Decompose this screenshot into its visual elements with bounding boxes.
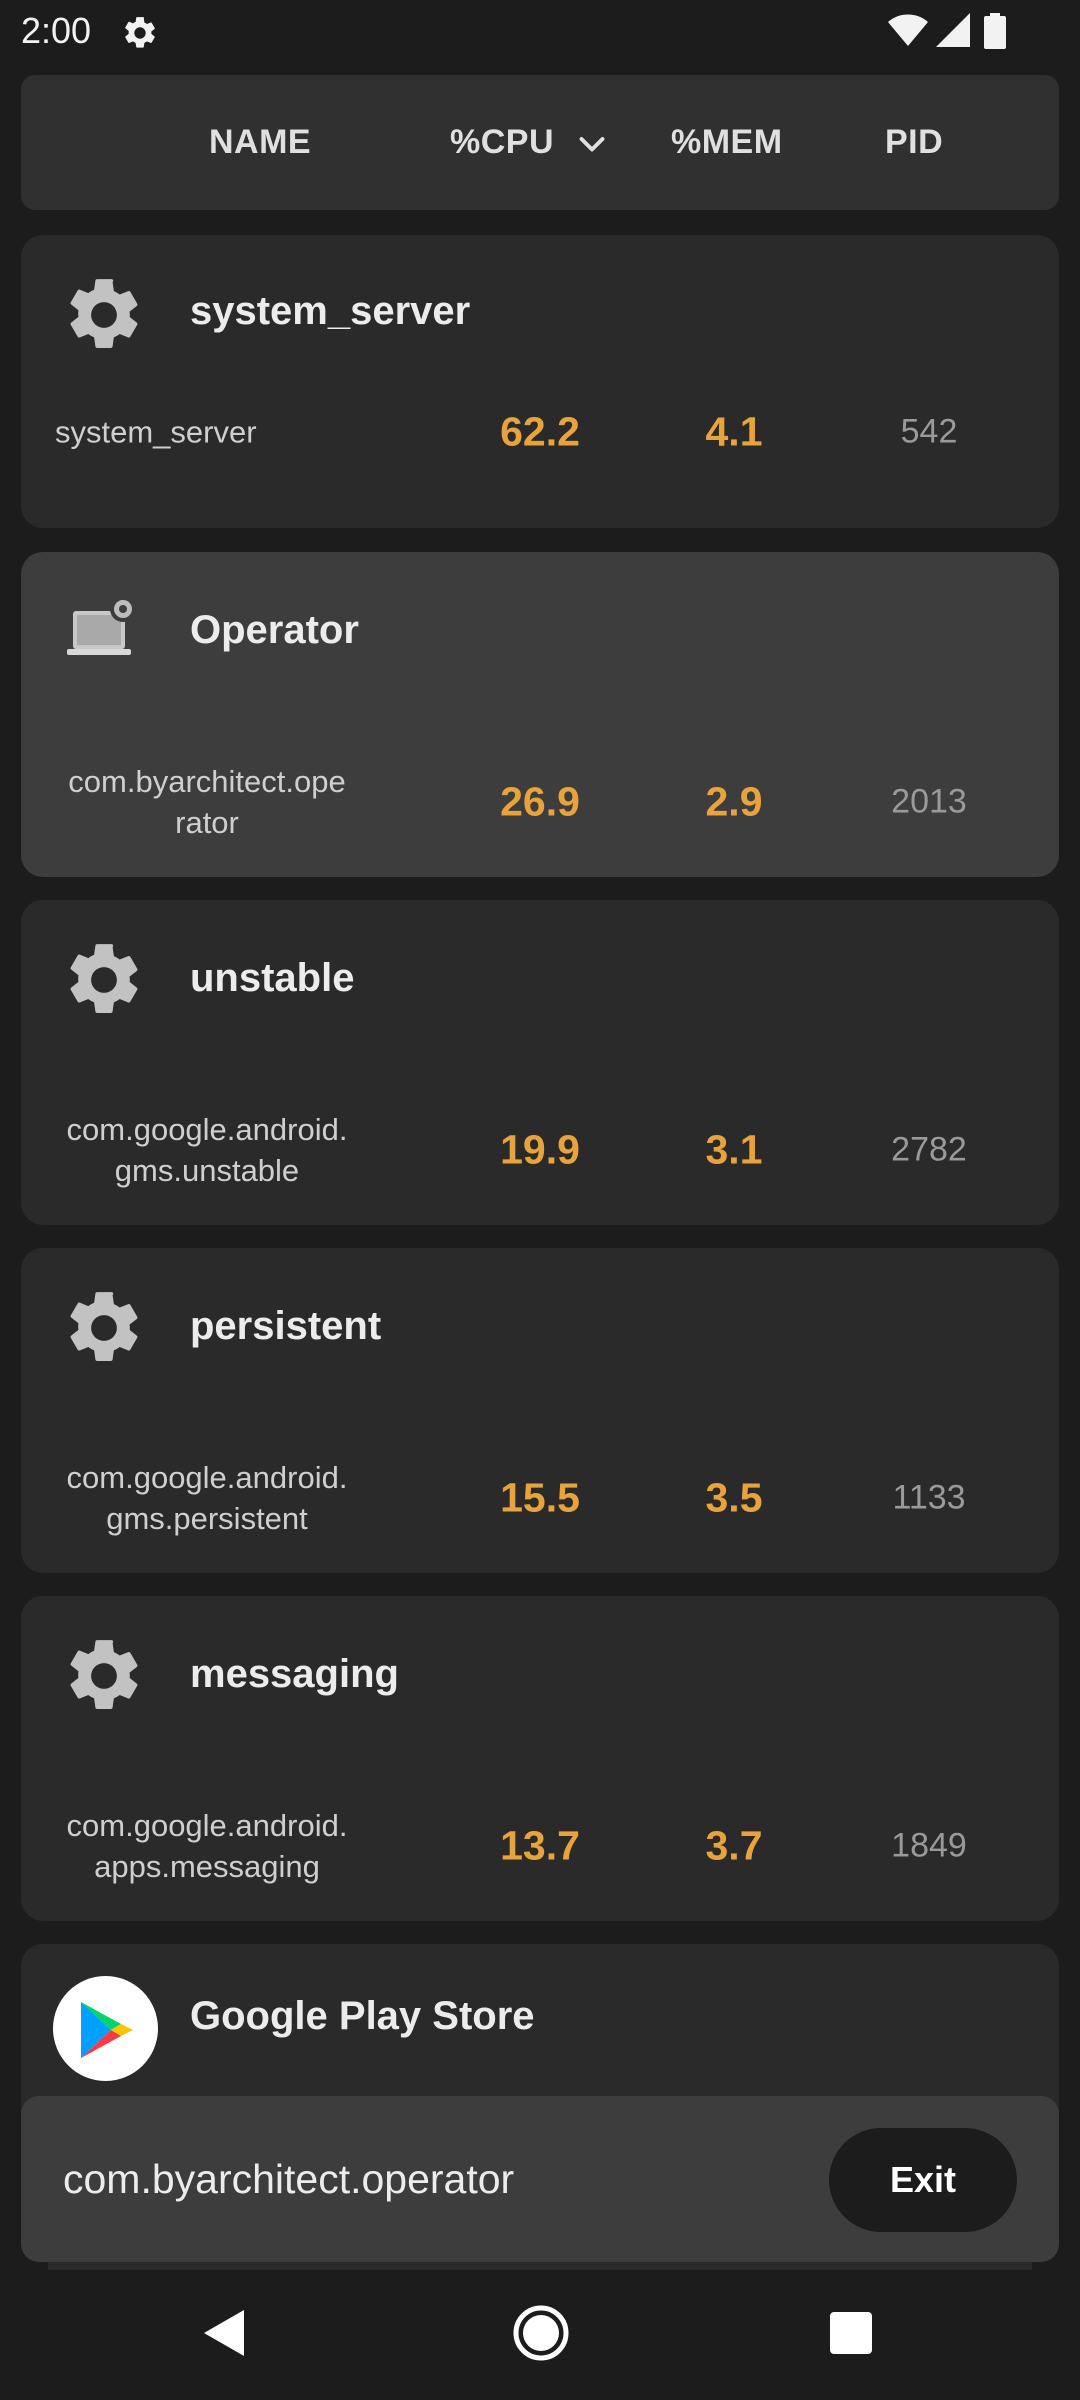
back-icon[interactable] <box>200 2308 246 2358</box>
gear-icon <box>70 279 138 348</box>
status-time: 2:00 <box>21 10 92 51</box>
process-card[interactable]: unstable com.google.android. gms.unstabl… <box>21 900 1059 1225</box>
gear-icon <box>70 944 138 1013</box>
process-card-selected[interactable]: Operator com.byarchitect.ope rator 26.9 … <box>21 552 1059 877</box>
navigation-bar <box>0 2272 1080 2400</box>
sort-by-pid[interactable]: PID <box>885 75 943 210</box>
process-package: com.google.android. apps.messaging <box>66 1808 348 1884</box>
process-title: system_server <box>190 289 471 333</box>
process-pid: 1133 <box>892 1478 966 1517</box>
google-play-icon <box>53 1976 158 2081</box>
selected-package: com.byarchitect.operator <box>63 2156 515 2202</box>
process-card[interactable]: messaging com.google.android. apps.messa… <box>21 1596 1059 1921</box>
laptop-settings-icon <box>67 596 136 655</box>
column-header: NAME %CPU %MEM PID <box>21 75 1059 210</box>
screen: 2:00 NAME %CPU %MEM PID system_server sy… <box>0 0 1080 2400</box>
wifi-icon <box>888 14 928 46</box>
battery-icon <box>984 13 1006 49</box>
process-pid: 542 <box>900 412 958 451</box>
process-package: com.byarchitect.ope rator <box>68 764 346 840</box>
process-mem: 3.1 <box>705 1126 763 1173</box>
sort-by-cpu[interactable]: %CPU <box>450 75 554 210</box>
process-pid: 2013 <box>891 782 967 821</box>
process-card[interactable]: persistent com.google.android. gms.persi… <box>21 1248 1059 1573</box>
list-edge <box>48 2262 1032 2270</box>
process-title: Operator <box>190 608 359 652</box>
recents-icon[interactable] <box>830 2312 872 2354</box>
process-mem: 3.7 <box>705 1822 763 1869</box>
process-title: messaging <box>190 1652 399 1696</box>
process-mem: 4.1 <box>705 408 763 455</box>
process-mem: 2.9 <box>705 778 763 825</box>
process-title: persistent <box>190 1304 382 1348</box>
exit-button[interactable]: Exit <box>829 2128 1017 2232</box>
selected-process-bar: com.byarchitect.operator Exit <box>21 2096 1059 2262</box>
process-mem: 3.5 <box>705 1474 763 1521</box>
sort-by-mem[interactable]: %MEM <box>671 75 783 210</box>
process-pid: 1849 <box>891 1826 967 1865</box>
process-title: unstable <box>190 956 355 1000</box>
gear-icon <box>70 1640 138 1709</box>
process-cpu: 13.7 <box>500 1822 580 1869</box>
gear-icon <box>70 1292 138 1361</box>
process-pid: 2782 <box>891 1130 967 1169</box>
status-bar: 2:00 <box>0 0 1080 64</box>
process-cpu: 26.9 <box>500 778 580 825</box>
process-package: com.google.android. gms.unstable <box>66 1112 348 1188</box>
process-package: system_server <box>55 414 257 450</box>
sort-by-name[interactable]: NAME <box>209 75 311 210</box>
process-cpu: 62.2 <box>500 408 580 455</box>
settings-gear-icon <box>125 17 155 48</box>
process-cpu: 15.5 <box>500 1474 580 1521</box>
home-icon[interactable] <box>512 2304 570 2362</box>
chevron-down-icon[interactable] <box>574 127 610 163</box>
process-title: Google Play Store <box>190 1994 535 2038</box>
cell-signal-icon <box>936 13 970 47</box>
process-card[interactable]: system_server system_server 62.2 4.1 542 <box>21 235 1059 528</box>
process-package: com.google.android. gms.persistent <box>66 1460 348 1536</box>
process-cpu: 19.9 <box>500 1126 580 1173</box>
